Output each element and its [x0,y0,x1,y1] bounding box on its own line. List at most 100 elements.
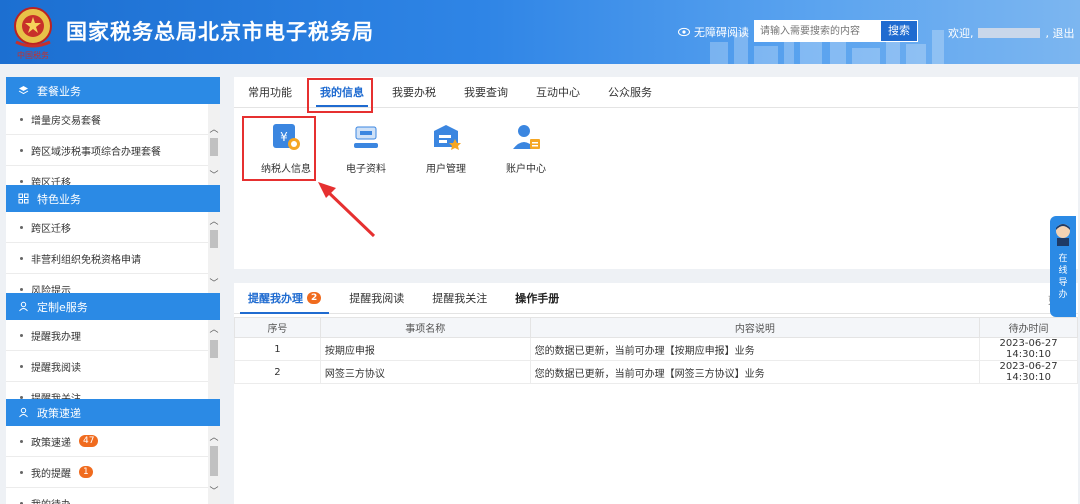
tab-label: 提醒我关注 [432,292,488,305]
column-header: 内容说明 [529,317,981,338]
sidebar-section-policy[interactable]: 政策速递 [6,399,220,426]
sidebar-item[interactable]: 跨区域涉税事项综合办理套餐 [6,135,220,166]
chevron-up-icon[interactable]: ︿ [208,432,220,444]
sidebar-item[interactable]: 跨区迁移 [6,166,220,185]
tile-e-document[interactable]: 电子资料 [326,115,406,177]
sidebar-item[interactable]: 风险提示 [6,274,220,293]
sidebar-item-label: 我的提醒 [31,468,71,480]
accessibility-label: 无障碍阅读 [694,26,749,39]
sidebar-item-label: 增量房交易套餐 [31,115,101,127]
sidebar-scrollbar[interactable]: ︿ ﹀ [208,212,220,293]
tab-remind-read[interactable]: 提醒我阅读 [335,283,418,314]
scrollbar-thumb[interactable] [210,230,218,248]
sidebar-section-special[interactable]: 特色业务 [6,185,220,212]
e-document-icon [354,126,378,148]
sidebar-section-title: 特色业务 [37,192,81,206]
chevron-up-icon[interactable]: ︿ [208,324,220,336]
sidebar-section-custom[interactable]: 定制e服务 [6,293,220,320]
count-badge: 1 [79,466,93,478]
table-cell[interactable]: 网签三方协议 [319,360,531,384]
user-management-icon [434,125,461,150]
tile-label: 电子资料 [346,164,386,175]
bullet-icon [20,148,23,152]
chevron-down-icon[interactable]: ﹀ [208,278,220,290]
sidebar-item[interactable]: 跨区迁移 [6,212,220,243]
column-header: 事项名称 [319,317,531,338]
tab-tax-handling[interactable]: 我要办税 [378,77,450,107]
logout-link[interactable]: , 退出 [1046,25,1075,41]
tab-manual[interactable]: 操作手册 [501,283,573,314]
table-cell: 您的数据已更新，当前可办理【按期应申报】业务 [529,337,981,361]
table-row[interactable]: 1 按期应申报 您的数据已更新，当前可办理【按期应申报】业务 2023-06-2… [234,337,1078,361]
bullet-icon [20,225,23,229]
welcome-prefix: 欢迎, [948,27,974,40]
bullet-icon [20,287,23,291]
sidebar-item-label: 风险提示 [31,285,71,294]
count-badge: 47 [79,435,99,447]
tile-account-center[interactable]: 账户中心 [486,115,566,177]
bullet-icon [20,364,23,368]
sidebar-item-label: 提醒我阅读 [31,362,81,374]
sidebar-item[interactable]: 增量房交易套餐 [6,104,220,135]
sidebar-item[interactable]: 我的提醒 1 [6,457,220,488]
tab-interaction[interactable]: 互动中心 [522,77,594,107]
search-input[interactable] [754,20,880,42]
sidebar-section-title: 定制e服务 [37,300,88,314]
scrollbar-thumb[interactable] [210,138,218,156]
sidebar-section-title: 政策速递 [37,406,81,420]
sidebar-item[interactable]: 我的待办 [6,488,220,504]
sidebar-section-title: 套餐业务 [37,84,81,98]
annotation-highlight-tab [307,78,373,113]
tab-remind-follow[interactable]: 提醒我关注 [418,283,501,314]
table-cell: 1 [234,337,321,361]
accessibility-toggle[interactable]: 无障碍阅读 [678,24,749,40]
eye-icon [678,27,690,37]
sidebar-item-label: 跨区迁移 [31,177,71,186]
tab-query[interactable]: 我要查询 [450,77,522,107]
user-icon [19,301,28,312]
tab-public-service[interactable]: 公众服务 [594,77,666,107]
header-bar: 中国税务 国家税务总局北京市电子税务局 无障碍阅读 搜索 欢迎, , 退出 [0,0,1080,64]
sidebar-list-package: 增量房交易套餐 跨区域涉税事项综合办理套餐 跨区迁移 [6,104,220,185]
tab-label: 提醒我阅读 [349,292,405,305]
sidebar-section-package[interactable]: 套餐业务 [6,77,220,104]
chevron-down-icon[interactable]: ﹀ [208,170,220,182]
sidebar-item-label: 非营利组织免税资格申请 [31,254,141,266]
sidebar-item[interactable]: 提醒我办理 [6,320,220,351]
sidebar-item-label: 政策速递 [31,437,71,449]
welcome-area: 欢迎, , 退出 [948,25,1075,41]
online-guide-button[interactable]: 在线导办 [1050,216,1076,317]
table-cell[interactable]: 按期应申报 [319,337,531,361]
tile-label: 用户管理 [426,164,466,175]
sidebar-scrollbar[interactable]: ︿ ﹀ [208,104,220,185]
sidebar-item-label: 提醒我办理 [31,331,81,343]
tab-common[interactable]: 常用功能 [234,77,306,107]
chevron-down-icon[interactable]: ﹀ [208,486,220,498]
bullet-icon [20,179,23,183]
scrollbar-thumb[interactable] [210,446,218,476]
account-center-icon [513,125,540,149]
scrollbar-thumb[interactable] [210,340,218,358]
sidebar-item-label: 提醒我关注 [31,393,81,400]
sidebar-scrollbar[interactable]: ︿ ﹀ [208,426,220,504]
sidebar-scrollbar[interactable]: ︿ [208,320,220,399]
search-button[interactable]: 搜索 [880,20,918,42]
tab-label: 提醒我办理 [248,292,303,305]
sidebar-item-label: 跨区迁移 [31,223,71,235]
table-row[interactable]: 2 网签三方协议 您的数据已更新，当前可办理【网签三方协议】业务 2023-06… [234,360,1078,384]
sidebar: 套餐业务 增量房交易套餐 跨区域涉税事项综合办理套餐 跨区迁移 ︿ ﹀ 特色业务… [6,77,220,504]
annotation-highlight-tile [242,116,316,181]
sidebar-item[interactable]: 非营利组织免税资格申请 [6,243,220,274]
tab-remind-handle[interactable]: 提醒我办理 2 [234,283,335,314]
bullet-icon [20,333,23,337]
chevron-up-icon[interactable]: ︿ [208,216,220,228]
reminder-tab-bar: 提醒我办理 2 提醒我阅读 提醒我关注 操作手册 [234,283,1078,314]
sidebar-item[interactable]: 政策速递 47 [6,426,220,457]
sidebar-item[interactable]: 提醒我关注 [6,382,220,399]
chevron-up-icon[interactable]: ︿ [208,124,220,136]
bullet-icon [20,439,23,443]
bullet-icon [20,117,23,121]
tile-user-management[interactable]: 用户管理 [406,115,486,177]
sidebar-item[interactable]: 提醒我阅读 [6,351,220,382]
sidebar-list-policy: 政策速递 47 我的提醒 1 我的待办 [6,426,220,504]
